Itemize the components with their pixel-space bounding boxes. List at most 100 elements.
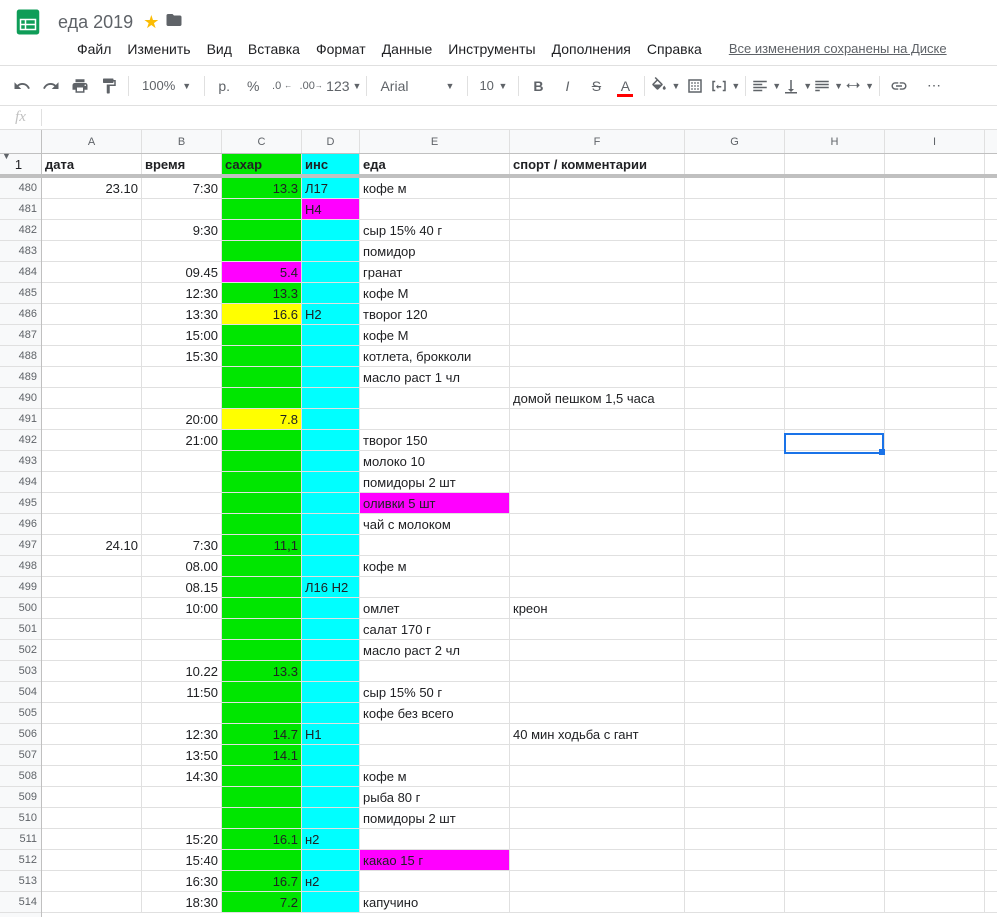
cell[interactable] [685, 703, 785, 723]
cell[interactable] [302, 556, 360, 576]
row-header[interactable]: 513 [0, 871, 41, 892]
folder-icon[interactable] [165, 11, 183, 34]
row-header[interactable]: 507 [0, 745, 41, 766]
cell[interactable] [42, 829, 142, 849]
cell[interactable] [785, 766, 885, 786]
row-header[interactable]: 512 [0, 850, 41, 871]
sheets-logo[interactable] [8, 2, 48, 42]
cell[interactable] [785, 640, 885, 660]
cell[interactable] [885, 766, 985, 786]
cell[interactable]: Н2 [302, 304, 360, 324]
cell[interactable] [510, 703, 685, 723]
cell[interactable] [885, 871, 985, 891]
cell[interactable] [685, 262, 785, 282]
cell[interactable]: кофе М [360, 325, 510, 345]
cell[interactable]: помидоры 2 шт [360, 472, 510, 492]
col-header-D[interactable]: D [302, 130, 360, 153]
row-header[interactable]: 504 [0, 682, 41, 703]
cell[interactable] [222, 493, 302, 513]
cell[interactable] [42, 619, 142, 639]
doc-title[interactable]: еда 2019 [54, 10, 137, 35]
cell[interactable] [142, 367, 222, 387]
cell[interactable] [685, 745, 785, 765]
cell[interactable] [142, 241, 222, 261]
col-header-E[interactable]: E [360, 130, 510, 153]
cell[interactable] [685, 598, 785, 618]
cell[interactable] [142, 451, 222, 471]
cell[interactable] [510, 262, 685, 282]
cell[interactable] [302, 535, 360, 555]
cell[interactable] [510, 745, 685, 765]
cell[interactable] [42, 577, 142, 597]
col-header-F[interactable]: F [510, 130, 685, 153]
header-cell-F[interactable]: спорт / комментарии [510, 154, 685, 174]
cell[interactable]: молоко 10 [360, 451, 510, 471]
italic-button[interactable]: I [553, 72, 581, 100]
cell[interactable] [785, 703, 885, 723]
cell[interactable]: 11,1 [222, 535, 302, 555]
cell[interactable] [222, 703, 302, 723]
row-header[interactable]: 510 [0, 808, 41, 829]
cell[interactable] [510, 493, 685, 513]
cell[interactable]: капучино [360, 892, 510, 912]
cell[interactable] [510, 409, 685, 429]
cell[interactable] [685, 850, 785, 870]
cell[interactable] [142, 640, 222, 660]
cell[interactable] [222, 346, 302, 366]
cell[interactable] [302, 262, 360, 282]
cell[interactable] [302, 598, 360, 618]
cell[interactable] [685, 535, 785, 555]
cell[interactable]: 40 мин ходьба с гант [510, 724, 685, 744]
cell[interactable] [785, 556, 885, 576]
menu-файл[interactable]: Файл [70, 37, 118, 61]
cell[interactable] [785, 535, 885, 555]
cell[interactable] [885, 346, 985, 366]
cell[interactable] [510, 850, 685, 870]
cell[interactable]: кофе без всего [360, 703, 510, 723]
cells-area[interactable]: ABCDEFGHI датавремясахаринседаспорт / ко… [42, 130, 997, 917]
cell[interactable] [685, 619, 785, 639]
cell[interactable] [360, 871, 510, 891]
cell[interactable] [885, 745, 985, 765]
header-cell-G[interactable] [685, 154, 785, 174]
cell[interactable]: какао 15 г [360, 850, 510, 870]
cell[interactable] [785, 619, 885, 639]
cell[interactable] [42, 493, 142, 513]
cell[interactable]: 13.3 [222, 661, 302, 681]
header-cell-A[interactable]: дата [42, 154, 142, 174]
cell[interactable] [685, 556, 785, 576]
row-header[interactable]: 494 [0, 472, 41, 493]
cell[interactable]: 13.3 [222, 283, 302, 303]
cell[interactable] [42, 850, 142, 870]
cell[interactable] [885, 850, 985, 870]
row-header[interactable]: 508 [0, 766, 41, 787]
cell[interactable] [142, 703, 222, 723]
cell[interactable] [222, 220, 302, 240]
cell[interactable] [785, 367, 885, 387]
cell[interactable] [785, 430, 885, 450]
cell[interactable] [785, 493, 885, 513]
cell[interactable] [42, 766, 142, 786]
col-header-A[interactable]: A [42, 130, 142, 153]
cell[interactable] [302, 682, 360, 702]
col-header-G[interactable]: G [685, 130, 785, 153]
cell[interactable] [510, 661, 685, 681]
cell[interactable] [302, 220, 360, 240]
cell[interactable] [785, 829, 885, 849]
cell[interactable] [785, 682, 885, 702]
dec-decimal-button[interactable]: .0 ← [268, 72, 296, 100]
cell[interactable]: кофе М [360, 283, 510, 303]
cell[interactable] [685, 283, 785, 303]
cell[interactable]: 10:00 [142, 598, 222, 618]
cell[interactable] [785, 472, 885, 492]
cell[interactable] [42, 346, 142, 366]
col-header-I[interactable]: I [885, 130, 985, 153]
row-header[interactable]: 484 [0, 262, 41, 283]
menu-вставка[interactable]: Вставка [241, 37, 307, 61]
cell[interactable] [885, 367, 985, 387]
cell[interactable] [360, 829, 510, 849]
save-status[interactable]: Все изменения сохранены на Диске [729, 41, 947, 56]
currency-button[interactable]: р. [210, 72, 238, 100]
row-header[interactable]: 482 [0, 220, 41, 241]
cell[interactable]: чай с молоком [360, 514, 510, 534]
